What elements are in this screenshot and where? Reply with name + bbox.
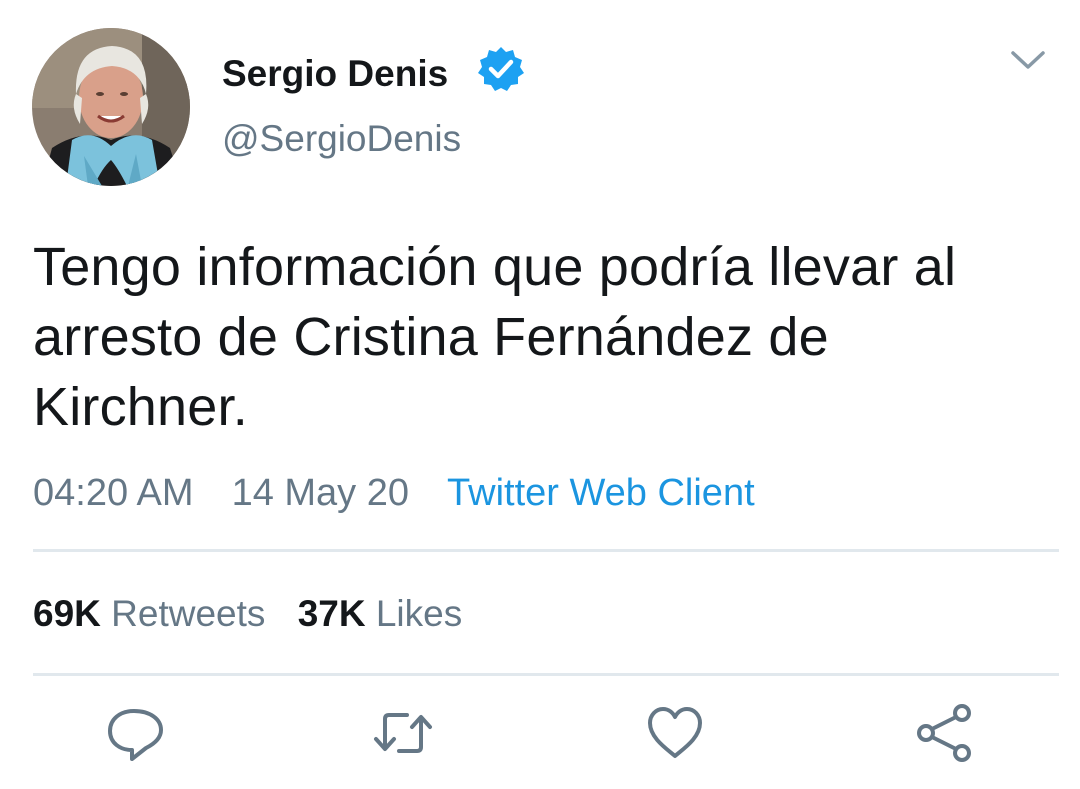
like-heart-icon (648, 707, 702, 758)
chevron-down-icon[interactable] (1009, 47, 1047, 73)
divider (33, 549, 1059, 552)
share-button[interactable] (914, 703, 974, 763)
avatar[interactable] (32, 28, 190, 186)
likes-label[interactable]: Likes (376, 593, 462, 634)
reply-button[interactable] (106, 703, 166, 763)
divider (33, 673, 1059, 676)
tweet-time: 04:20 AM (33, 472, 194, 514)
tweet-date: 14 May 20 (231, 472, 410, 514)
verified-badge-icon (477, 45, 525, 93)
display-name[interactable]: Sergio Denis (222, 52, 448, 96)
user-handle[interactable]: @SergioDenis (222, 116, 461, 162)
retweets-count[interactable]: 69K (33, 593, 101, 634)
tweet-source-link[interactable]: Twitter Web Client (447, 472, 755, 514)
share-icon (917, 704, 971, 762)
tweet-meta: 04:20 AM 14 May 20 Twitter Web Client (33, 470, 755, 516)
like-button[interactable] (645, 703, 705, 763)
tweet-stats: 69K Retweets 37K Likes (33, 592, 462, 636)
tweet-text: Tengo información que podría llevar al a… (33, 237, 957, 437)
reply-icon (108, 709, 163, 761)
retweet-button[interactable] (373, 703, 433, 763)
likes-count[interactable]: 37K (298, 593, 366, 634)
retweet-icon (374, 713, 432, 753)
retweets-label[interactable]: Retweets (111, 593, 265, 634)
